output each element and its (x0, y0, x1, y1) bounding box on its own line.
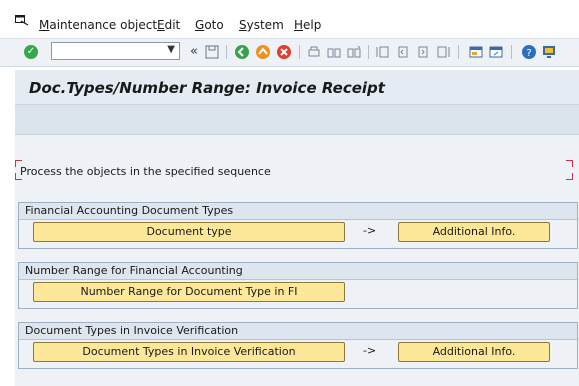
save-icon[interactable] (204, 44, 220, 60)
exit-icon[interactable] (255, 44, 271, 60)
back-icon[interactable] (234, 44, 250, 60)
back-arrows-icon[interactable]: « (186, 44, 202, 60)
toolbar-separator (299, 45, 300, 59)
menu-bar: Maintenance object Edit Goto System Help (0, 0, 579, 36)
last-page-icon[interactable] (435, 44, 451, 60)
svg-text:?: ? (526, 48, 531, 59)
command-dropdown-icon[interactable]: ▼ (167, 44, 175, 55)
group-title: Document Types in Invoice Verification (19, 323, 577, 340)
shortcut-icon[interactable] (488, 44, 504, 60)
additional-info-button[interactable]: Additional Info. (398, 222, 550, 242)
instruction-text: Process the objects in the specified seq… (20, 165, 271, 178)
ok-icon[interactable]: ✓ (24, 45, 38, 59)
toolbar-separator (368, 45, 369, 59)
group-number-range-financial-accounting: Number Range for Financial Accounting Nu… (18, 262, 578, 309)
sequence-arrow: -> (363, 224, 377, 237)
document-type-button[interactable]: Document type (33, 222, 345, 242)
previous-page-icon[interactable] (395, 44, 411, 60)
group-financial-accounting-document-types: Financial Accounting Document Types Docu… (18, 202, 578, 249)
cancel-icon[interactable] (276, 44, 292, 60)
menu-goto[interactable]: Goto (195, 18, 224, 32)
menu-maintenance-object[interactable]: Maintenance object (39, 18, 157, 32)
additional-info-button[interactable]: Additional Info. (398, 342, 550, 362)
number-range-document-type-fi-button[interactable]: Number Range for Document Type in FI (33, 282, 345, 302)
find-icon[interactable] (326, 44, 342, 60)
menu-help[interactable]: Help (294, 18, 321, 32)
document-types-invoice-verification-button[interactable]: Document Types in Invoice Verification (33, 342, 345, 362)
menu-system[interactable]: System (239, 18, 284, 32)
frame-marker (566, 160, 573, 167)
menu-edit[interactable]: Edit (157, 18, 180, 32)
find-next-icon[interactable] (346, 44, 362, 60)
main-content: Process the objects in the specified seq… (15, 135, 579, 386)
toolbar-separator (458, 45, 459, 59)
group-title: Number Range for Financial Accounting (19, 263, 577, 280)
title-bar: Doc.Types/Number Range: Invoice Receipt (15, 70, 579, 105)
toolbar-separator (226, 45, 227, 59)
application-toolbar (15, 105, 579, 135)
toolbar-separator (511, 45, 512, 59)
window-menu-icon[interactable] (15, 15, 29, 26)
frame-marker (566, 173, 573, 180)
layout-icon[interactable] (541, 44, 557, 60)
group-document-types-invoice-verification: Document Types in Invoice Verification D… (18, 322, 578, 369)
next-page-icon[interactable] (415, 44, 431, 60)
command-field[interactable]: ▼ (51, 42, 180, 60)
group-title: Financial Accounting Document Types (19, 203, 577, 220)
new-session-icon[interactable] (468, 44, 484, 60)
standard-toolbar: ✓ ▼ « ? (0, 38, 579, 67)
help-icon[interactable]: ? (521, 44, 537, 60)
sequence-arrow: -> (363, 344, 377, 357)
page-title: Doc.Types/Number Range: Invoice Receipt (29, 79, 385, 97)
print-icon[interactable] (306, 44, 322, 60)
first-page-icon[interactable] (375, 44, 391, 60)
